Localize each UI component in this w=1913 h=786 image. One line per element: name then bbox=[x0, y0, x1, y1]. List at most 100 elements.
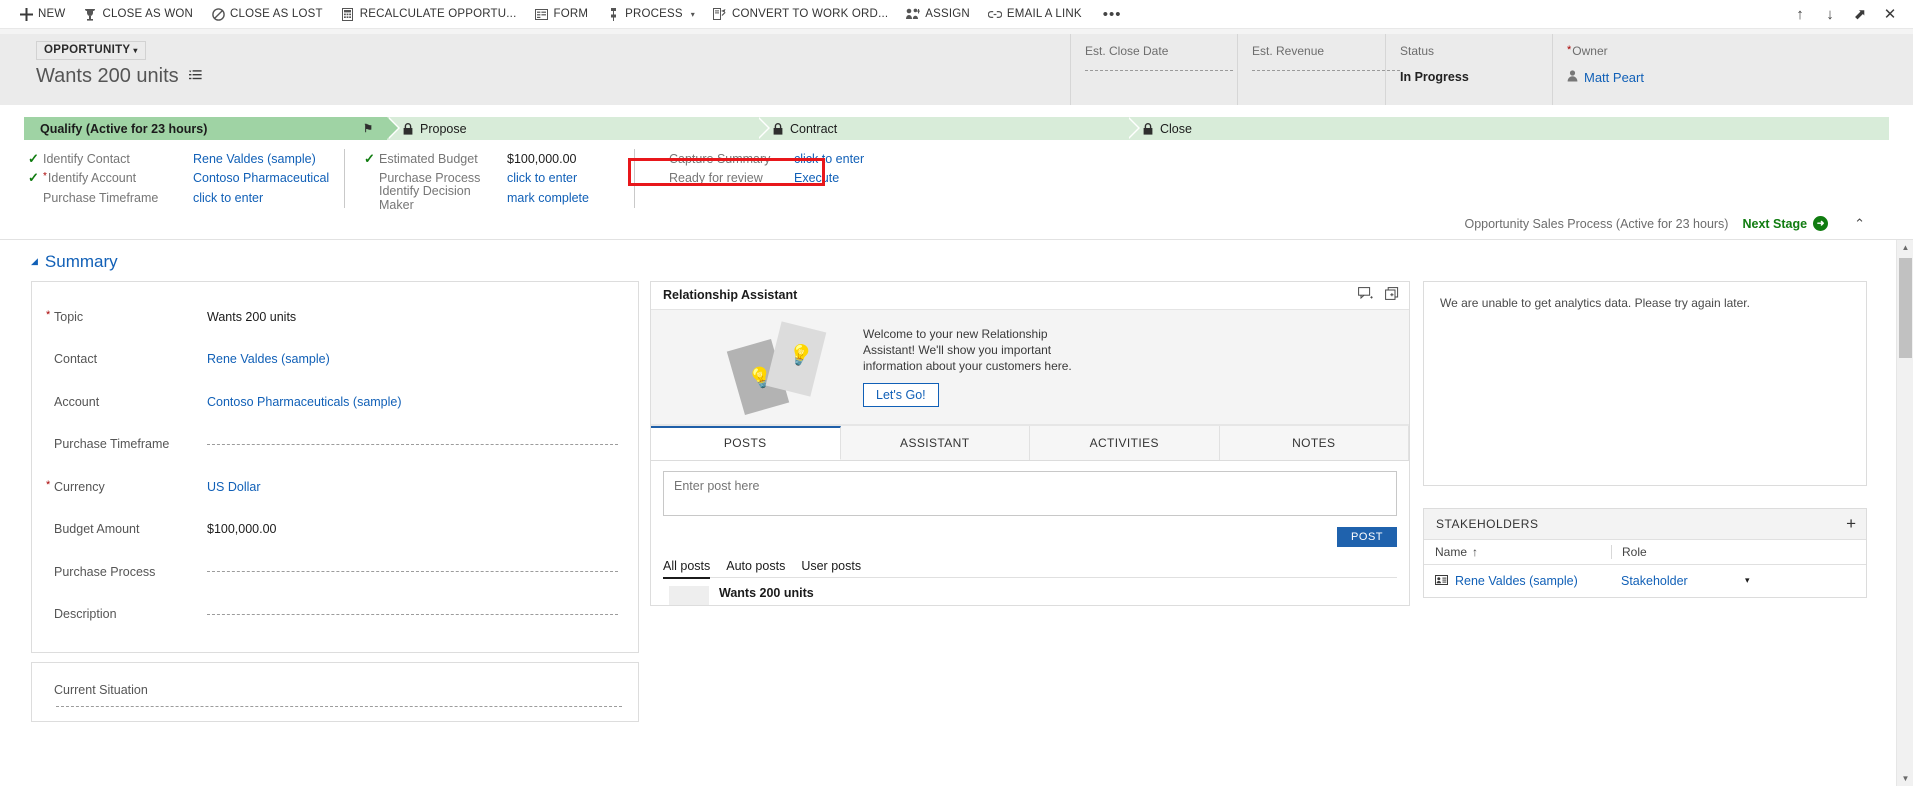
relationship-assistant-card: Relationship Assistant 💡 💡 Welcome to yo… bbox=[650, 280, 1410, 606]
command-form[interactable]: FORM bbox=[525, 0, 597, 29]
feedback-icon[interactable] bbox=[1358, 287, 1373, 303]
scroll-up-arrow-icon[interactable]: ▲ bbox=[1897, 240, 1913, 256]
column-header-role[interactable]: Role bbox=[1611, 544, 1745, 559]
bpf-field-identify-account[interactable]: ✓ *Identify Account Contoso Pharmaceutic… bbox=[28, 169, 344, 189]
filter-auto-posts[interactable]: Auto posts bbox=[726, 559, 785, 579]
stakeholder-role-link[interactable]: Stakeholder bbox=[1611, 574, 1745, 588]
filter-user-posts[interactable]: User posts bbox=[801, 559, 861, 579]
tab-posts[interactable]: POSTS bbox=[651, 425, 841, 460]
post-input[interactable] bbox=[663, 470, 1397, 516]
tab-assistant[interactable]: ASSISTANT bbox=[841, 425, 1030, 460]
close-button[interactable]: ✕ bbox=[1875, 0, 1905, 29]
header-field-est-close-date[interactable]: Est. Close Date bbox=[1070, 34, 1237, 105]
column-header-name[interactable]: Name ↑ bbox=[1424, 545, 1611, 559]
empty-value-dashes bbox=[207, 613, 618, 615]
row-menu-caret-icon[interactable]: ▾ bbox=[1745, 575, 1750, 586]
tab-notes[interactable]: NOTES bbox=[1220, 425, 1409, 460]
bpf-field-ready-for-review[interactable]: ✓ Ready for review Execute bbox=[654, 169, 974, 189]
bpf-field-value[interactable]: Contoso Pharmaceutical bbox=[193, 171, 329, 185]
bpf-field-execute-action[interactable]: Execute bbox=[794, 171, 839, 185]
bpf-stage-propose[interactable]: Propose bbox=[387, 117, 770, 140]
field-value[interactable]: $100,000.00 bbox=[207, 522, 618, 536]
command-email-a-link[interactable]: EMAIL A LINK bbox=[979, 0, 1091, 29]
bpf-field-value[interactable]: mark complete bbox=[507, 191, 589, 205]
relationship-assistant-header: Relationship Assistant bbox=[651, 282, 1409, 310]
owner-link[interactable]: Matt Peart bbox=[1584, 70, 1644, 85]
field-description[interactable]: Description bbox=[52, 593, 618, 636]
bpf-stage-qualify[interactable]: Qualify (Active for 23 hours) ⚑ bbox=[24, 117, 400, 140]
bpf-field-value[interactable]: $100,000.00 bbox=[507, 152, 577, 166]
bpf-field-capture-summary[interactable]: ✓ Capture Summary click to enter bbox=[654, 149, 974, 169]
field-account[interactable]: Account Contoso Pharmaceuticals (sample) bbox=[52, 381, 618, 424]
scroll-down-arrow-icon[interactable]: ▼ bbox=[1897, 771, 1913, 786]
bpf-field-identify-decision-maker[interactable]: ✓ Identify Decision Maker mark complete bbox=[364, 184, 634, 212]
bpf-field-value[interactable]: click to enter bbox=[193, 191, 263, 205]
bpf-process-name: Opportunity Sales Process (Active for 23… bbox=[1464, 216, 1729, 231]
stakeholders-title: STAKEHOLDERS bbox=[1436, 516, 1539, 531]
field-value[interactable]: Contoso Pharmaceuticals (sample) bbox=[207, 395, 618, 409]
entity-type-chip[interactable]: OPPORTUNITY ▾ bbox=[36, 41, 146, 60]
column-header-role-label: Role bbox=[1622, 544, 1647, 559]
popout-button[interactable]: ⬈ bbox=[1845, 0, 1875, 29]
field-contact[interactable]: Contact Rene Valdes (sample) bbox=[52, 338, 618, 381]
bpf-field-estimated-budget[interactable]: ✓ Estimated Budget $100,000.00 bbox=[364, 149, 634, 169]
field-value[interactable]: Rene Valdes (sample) bbox=[207, 352, 618, 366]
bpf-stage-close[interactable]: Close bbox=[1127, 117, 1889, 140]
current-situation-empty-value[interactable] bbox=[56, 705, 622, 707]
tab-activities[interactable]: ACTIVITIES bbox=[1030, 425, 1220, 460]
bpf-field-purchase-timeframe[interactable]: ✓ Purchase Timeframe click to enter bbox=[28, 188, 344, 208]
bpf-stage-contract[interactable]: Contract bbox=[757, 117, 1140, 140]
field-currency[interactable]: * Currency US Dollar bbox=[46, 466, 618, 509]
table-row[interactable]: Rene Valdes (sample) Stakeholder ▾ bbox=[1424, 565, 1866, 597]
next-record-button[interactable]: ↓ bbox=[1815, 0, 1845, 29]
relationship-assistant-title: Relationship Assistant bbox=[663, 288, 798, 302]
collapse-process-icon[interactable]: ⌃ bbox=[1854, 216, 1865, 232]
assistant-welcome-block: Welcome to your new Relationship Assista… bbox=[863, 326, 1078, 407]
bpf-field-value[interactable]: Rene Valdes (sample) bbox=[193, 152, 316, 166]
bpf-field-value[interactable]: click to enter bbox=[794, 152, 864, 166]
bpf-field-column-3: ✓ Capture Summary click to enter ✓ Ready… bbox=[634, 149, 974, 208]
record-body: ◢ Summary * Topic Wants 200 units Contact… bbox=[0, 238, 1913, 786]
command-assign[interactable]: ASSIGN bbox=[897, 0, 979, 29]
command-close-as-lost[interactable]: CLOSE AS LOST bbox=[202, 0, 332, 29]
command-new[interactable]: NEW bbox=[10, 0, 74, 29]
field-purchase-process[interactable]: Purchase Process bbox=[52, 551, 618, 594]
required-indicator: * bbox=[43, 171, 47, 183]
stakeholder-name-cell[interactable]: Rene Valdes (sample) bbox=[1424, 574, 1611, 588]
field-label: Budget Amount bbox=[54, 522, 140, 537]
field-value[interactable]: Wants 200 units bbox=[207, 310, 618, 324]
header-field-est-revenue[interactable]: Est. Revenue bbox=[1237, 34, 1400, 105]
command-process[interactable]: PROCESS ▾ bbox=[597, 0, 704, 29]
post-button[interactable]: POST bbox=[1337, 526, 1397, 547]
field-purchase-timeframe[interactable]: Purchase Timeframe bbox=[52, 423, 618, 466]
command-overflow-button[interactable]: ••• bbox=[1091, 0, 1134, 29]
lets-go-button[interactable]: Let's Go! bbox=[863, 383, 939, 407]
field-value[interactable]: US Dollar bbox=[207, 480, 618, 494]
field-value-empty[interactable] bbox=[207, 571, 618, 573]
entity-type-label: OPPORTUNITY bbox=[44, 44, 131, 56]
bpf-field-label: Ready for review bbox=[669, 171, 763, 186]
post-title[interactable]: Wants 200 units bbox=[719, 586, 814, 605]
field-value-empty[interactable] bbox=[207, 443, 618, 445]
filter-all-posts[interactable]: All posts bbox=[663, 559, 711, 579]
command-recalculate-opportunity[interactable]: RECALCULATE OPPORTU... bbox=[332, 0, 526, 29]
field-topic[interactable]: * Topic Wants 200 units bbox=[46, 296, 618, 339]
add-card-icon[interactable] bbox=[1385, 287, 1399, 303]
owner-value-row: Matt Peart bbox=[1567, 70, 1742, 85]
summary-section-header[interactable]: ◢ Summary bbox=[0, 240, 1895, 281]
previous-record-button[interactable]: ↑ bbox=[1785, 0, 1815, 29]
add-stakeholder-icon[interactable]: + bbox=[1846, 515, 1856, 532]
main-vertical-scrollbar[interactable]: ▲ ▼ bbox=[1896, 239, 1913, 786]
scrollbar-thumb[interactable] bbox=[1899, 257, 1912, 358]
field-budget-amount[interactable]: Budget Amount $100,000.00 bbox=[52, 508, 618, 551]
stakeholder-name-link[interactable]: Rene Valdes (sample) bbox=[1455, 574, 1578, 588]
bpf-field-identify-contact[interactable]: ✓ Identify Contact Rene Valdes (sample) bbox=[28, 149, 344, 169]
relationship-assistant-header-icons bbox=[1358, 287, 1399, 303]
bpf-field-value[interactable]: click to enter bbox=[507, 171, 577, 185]
record-menu-icon[interactable] bbox=[188, 69, 202, 83]
field-value-empty[interactable] bbox=[207, 613, 618, 615]
command-close-as-won[interactable]: CLOSE AS WON bbox=[74, 0, 202, 29]
bpf-field-column-1: ✓ Identify Contact Rene Valdes (sample) … bbox=[24, 149, 344, 208]
command-convert-to-work-order[interactable]: CONVERT TO WORK ORD... bbox=[704, 0, 897, 29]
next-stage-button[interactable]: Next Stage ➜ bbox=[1742, 216, 1829, 231]
